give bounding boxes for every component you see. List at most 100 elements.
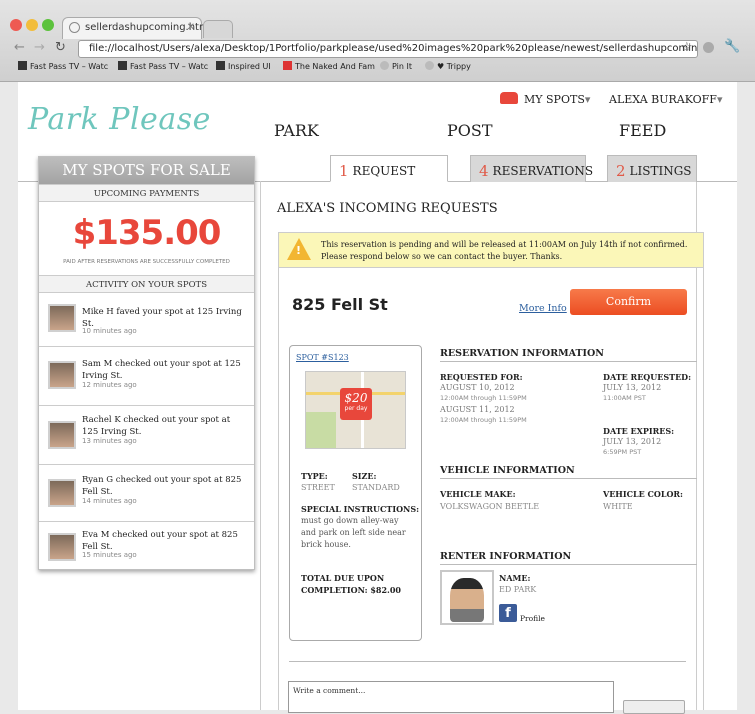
back-icon[interactable]: ←: [14, 40, 25, 55]
activity-text: Ryan G checked out your spot at 825 Fell…: [82, 475, 242, 497]
more-info-link[interactable]: More Info: [519, 303, 567, 314]
activity-time: 12 minutes ago: [82, 381, 137, 389]
reload-icon[interactable]: ↻: [55, 40, 66, 55]
activity-text: Eva M checked out your spot at 825 Fell …: [82, 530, 238, 552]
activity-item[interactable]: Mike H faved your spot at 125 Irving St.…: [39, 294, 254, 347]
wrench-icon[interactable]: 🔧: [724, 39, 740, 54]
activity-item[interactable]: Rachel K checked out your spot at 125 Ir…: [39, 407, 254, 465]
my-spots-label: MY SPOTS: [524, 93, 585, 106]
activity-item[interactable]: Ryan G checked out your spot at 825 Fell…: [39, 466, 254, 522]
payment-amount: $135.00: [72, 213, 222, 253]
tab-label: REQUEST: [352, 164, 416, 178]
vehicle-info-title: VEHICLE INFORMATION: [440, 465, 697, 479]
date-requested-label: DATE REQUESTED:: [603, 372, 692, 382]
bookmark-icon: [216, 61, 225, 70]
nav-feed[interactable]: FEED: [619, 121, 666, 140]
nav-post[interactable]: POST: [447, 121, 493, 140]
price-unit: per day: [344, 405, 368, 412]
activity-time: 10 minutes ago: [82, 327, 137, 335]
date-requested-time: 11:00AM PST: [603, 394, 646, 402]
user-menu[interactable]: ALEXA BURAKOFF▾: [609, 93, 722, 106]
bookmark-item[interactable]: Inspired UI: [216, 61, 271, 75]
avatar: [48, 304, 76, 332]
tab-request[interactable]: 1 REQUEST: [330, 155, 448, 182]
zoom-window-button[interactable]: [42, 19, 54, 31]
car-icon: [500, 92, 518, 104]
spot-map[interactable]: $20 per day: [305, 371, 406, 449]
comment-placeholder: Write a comment...: [293, 686, 366, 695]
globe-icon: [425, 61, 434, 70]
confirm-button[interactable]: Confirm: [570, 289, 687, 315]
renter-face: [450, 578, 484, 622]
activity-time: 13 minutes ago: [82, 437, 137, 445]
profile-link[interactable]: Profile: [520, 614, 545, 623]
address-bar[interactable]: file://localhost/Users/alexa/Desktop/1Po…: [78, 40, 698, 58]
bookmark-item[interactable]: ♥ Trippy: [425, 61, 471, 75]
spot-card: SPOT #S123 $20 per day TYPE: STREET SIZE…: [289, 345, 422, 641]
spot-address: 825 Fell St: [292, 295, 388, 314]
upcoming-payments-label: UPCOMING PAYMENTS: [39, 184, 254, 202]
avatar: [48, 479, 76, 507]
date-1: AUGUST 10, 2012: [440, 383, 515, 392]
spot-id-link[interactable]: SPOT #S123: [296, 353, 349, 362]
divider: [289, 661, 686, 662]
user-name: ALEXA BURAKOFF: [609, 93, 717, 106]
activity-time: 15 minutes ago: [82, 551, 137, 559]
renter-name: ED PARK: [499, 585, 537, 594]
url-text: file://localhost/Users/alexa/Desktop/1Po…: [89, 43, 698, 54]
time-2: 12:00AM through 11:59PM: [440, 416, 527, 424]
globe-icon: [380, 61, 389, 70]
requested-for-label: REQUESTED FOR:: [440, 372, 523, 382]
tab-reservations[interactable]: 4 RESERVATIONS: [470, 155, 593, 182]
renter-name-label: NAME:: [499, 573, 531, 583]
comment-input[interactable]: Write a comment...: [288, 681, 614, 713]
bookmark-item[interactable]: Pin It: [380, 61, 412, 75]
facebook-icon[interactable]: f: [499, 604, 517, 622]
new-tab-button[interactable]: [203, 20, 233, 38]
close-window-button[interactable]: [10, 19, 22, 31]
instructions-text: must go down alley-way and park on left …: [301, 516, 406, 549]
sidebar-title: MY SPOTS FOR SALE: [39, 157, 254, 184]
vehicle-color-label: VEHICLE COLOR:: [603, 489, 684, 499]
activity-text: Sam M checked out your spot at 125 Irvin…: [82, 359, 241, 381]
date-expires: JULY 13, 2012: [603, 437, 662, 446]
activity-text: Rachel K checked out your spot at 125 Ir…: [82, 415, 231, 437]
bookmark-item[interactable]: Fast Pass TV – Watc: [18, 61, 108, 75]
tab-label: RESERVATIONS: [492, 164, 594, 178]
activity-item[interactable]: Sam M checked out your spot at 125 Irvin…: [39, 348, 254, 406]
minimize-window-button[interactable]: [26, 19, 38, 31]
close-tab-icon[interactable]: ✕: [187, 22, 195, 33]
my-spots-menu[interactable]: MY SPOTS▾: [524, 93, 590, 106]
time-1: 12:00AM through 11:59PM: [440, 394, 527, 402]
tab-listings[interactable]: 2 LISTINGS: [607, 155, 697, 182]
activity-time: 14 minutes ago: [82, 497, 137, 505]
page-icon: [69, 22, 80, 33]
type-label: TYPE:: [301, 471, 328, 481]
browser-chrome: sellerdashupcoming.html ✕ ← → ↻ file://l…: [0, 0, 755, 82]
bookmark-item[interactable]: The Naked And Fam: [283, 61, 375, 75]
post-comment-button[interactable]: [623, 700, 685, 714]
instructions-label: SPECIAL INSTRUCTIONS:: [301, 504, 420, 514]
my-spots-sidebar: MY SPOTS FOR SALE UPCOMING PAYMENTS $135…: [38, 156, 255, 570]
vehicle-color: WHITE: [603, 502, 633, 511]
renter-info-title: RENTER INFORMATION: [440, 551, 697, 565]
bookmark-icon: [18, 61, 27, 70]
extension-icon[interactable]: [703, 42, 714, 53]
renter-photo[interactable]: [440, 570, 494, 625]
activity-label: ACTIVITY ON YOUR SPOTS: [39, 275, 254, 293]
browser-tab[interactable]: sellerdashupcoming.html ✕: [62, 17, 212, 39]
price-value: $20: [344, 391, 368, 405]
youtube-icon: [283, 61, 292, 70]
reservation-info-title: RESERVATION INFORMATION: [440, 348, 697, 362]
date-requested: JULY 13, 2012: [603, 383, 662, 392]
bookmark-star-icon[interactable]: ☆: [681, 40, 693, 55]
total-due: TOTAL DUE UPON COMPLETION: $82.00: [301, 573, 401, 595]
site-logo[interactable]: Park Please: [28, 102, 211, 137]
nav-park[interactable]: PARK: [274, 121, 319, 140]
forward-icon[interactable]: →: [34, 40, 45, 55]
warning-text: This reservation is pending and will be …: [321, 240, 688, 261]
date-expires-time: 6:59PM PST: [603, 448, 642, 456]
activity-item[interactable]: Eva M checked out your spot at 825 Fell …: [39, 523, 254, 569]
bookmark-item[interactable]: Fast Pass TV – Watc: [118, 61, 208, 75]
avatar: [48, 421, 76, 449]
